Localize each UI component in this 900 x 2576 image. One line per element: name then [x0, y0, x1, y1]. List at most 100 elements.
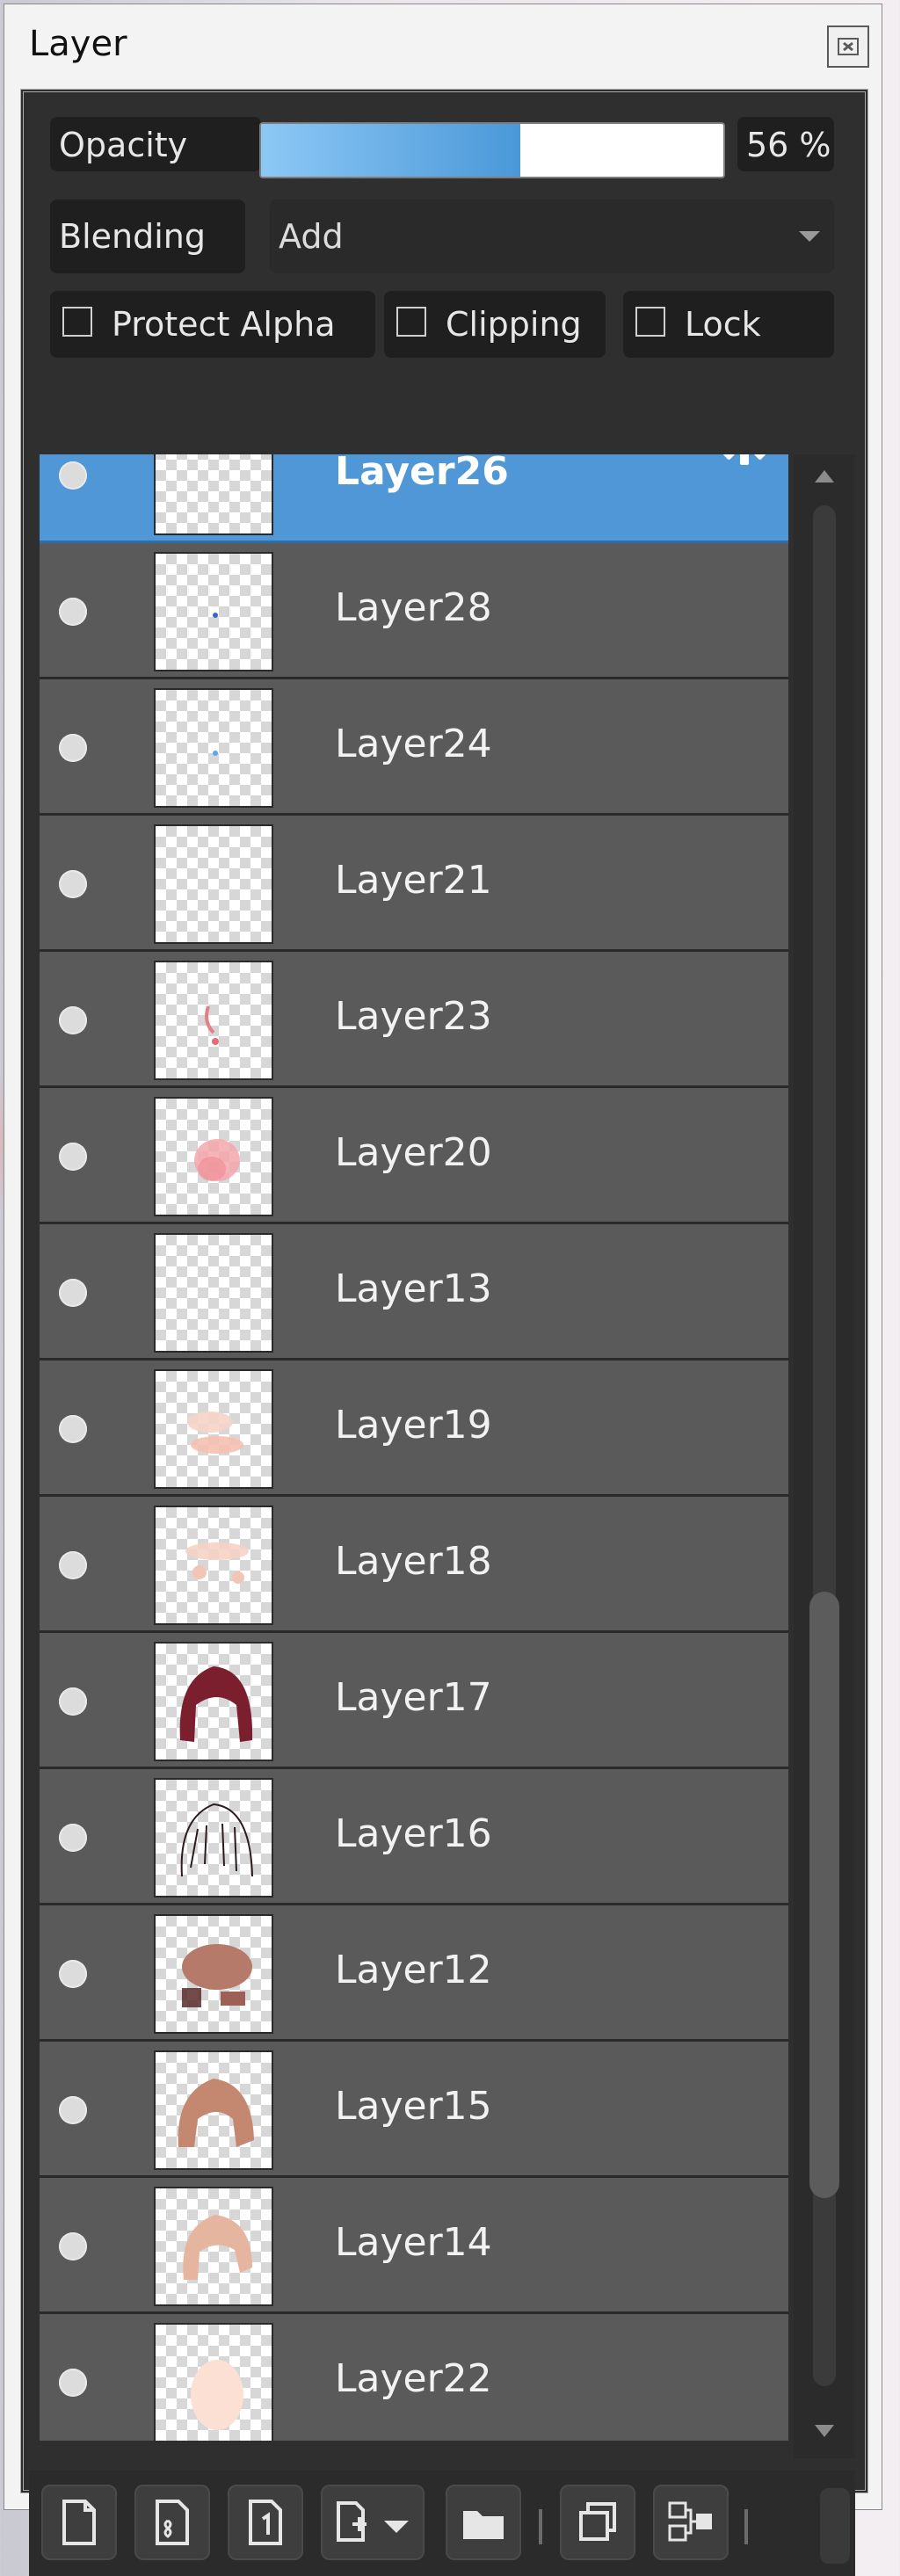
layer-name: Layer17	[335, 1675, 492, 1720]
layer-row[interactable]: Layer22	[40, 2314, 788, 2441]
title-bar[interactable]: Layer	[4, 4, 882, 80]
new-1bit-layer-icon	[249, 2500, 282, 2545]
visibility-icon[interactable]	[59, 1143, 87, 1171]
merge-layer-icon	[668, 2501, 712, 2542]
visibility-icon[interactable]	[59, 1279, 87, 1307]
layer-thumbnail	[154, 1233, 273, 1353]
visibility-icon[interactable]	[59, 870, 87, 898]
blending-select[interactable]: Add	[270, 200, 834, 273]
blending-label: Blending	[59, 217, 206, 256]
layer-name: Layer24	[335, 722, 492, 766]
visibility-icon[interactable]	[59, 1006, 87, 1034]
toolbar-separator	[539, 2509, 542, 2544]
layer-name: Layer21	[335, 858, 492, 903]
visibility-icon[interactable]	[59, 2369, 87, 2397]
layer-thumbnail	[154, 454, 273, 535]
visibility-icon[interactable]	[59, 461, 87, 490]
layer-row[interactable]: Layer24	[40, 679, 788, 816]
new-8bit-layer-button[interactable]	[134, 2485, 210, 2560]
layer-row[interactable]: Layer15	[40, 2042, 788, 2178]
visibility-icon[interactable]	[59, 2232, 87, 2260]
visibility-icon[interactable]	[59, 1824, 87, 1852]
protect-alpha-box	[62, 307, 92, 337]
layer-row[interactable]: Layer14	[40, 2178, 788, 2314]
layer-thumbnail	[154, 824, 273, 944]
layer-thumbnail	[154, 1642, 273, 1761]
layer-row[interactable]: Layer21	[40, 816, 788, 952]
add-layer-menu-button[interactable]	[321, 2485, 425, 2560]
gear-icon[interactable]	[709, 454, 780, 474]
opacity-slider-fill	[261, 124, 520, 177]
visibility-icon[interactable]	[59, 1551, 87, 1579]
layer-name: Layer26	[335, 454, 509, 494]
layer-thumbnail	[154, 1778, 273, 1898]
opacity-slider[interactable]	[259, 122, 725, 178]
visibility-icon[interactable]	[59, 2096, 87, 2124]
chevron-down-icon	[799, 231, 820, 242]
new-layer-icon	[62, 2500, 96, 2545]
layer-name: Layer20	[335, 1130, 492, 1175]
visibility-icon[interactable]	[59, 1687, 87, 1716]
layer-panel-window: Layer Opacity 56 % Blending Add Protect …	[4, 4, 882, 2576]
protect-alpha-checkbox[interactable]: Protect Alpha	[50, 291, 375, 358]
layer-thumbnail	[154, 552, 273, 671]
visibility-icon[interactable]	[59, 1415, 87, 1443]
clipping-checkbox[interactable]: Clipping	[384, 291, 606, 358]
visibility-icon[interactable]	[59, 734, 87, 762]
layer-name: Layer13	[335, 1266, 492, 1311]
layer-panel-inner: Opacity 56 % Blending Add Protect Alpha …	[29, 98, 860, 2576]
layer-name: Layer22	[335, 2356, 492, 2401]
scrollbar-thumb[interactable]	[809, 1592, 839, 2198]
clipping-label: Clipping	[446, 305, 582, 344]
new-folder-button[interactable]	[446, 2485, 521, 2560]
lock-checkbox[interactable]: Lock	[623, 291, 834, 358]
close-icon	[838, 38, 859, 55]
duplicate-layer-icon	[579, 2502, 616, 2541]
layer-thumbnail	[154, 2323, 273, 2441]
clipping-box	[396, 307, 426, 337]
layer-row[interactable]: Layer28	[40, 543, 788, 679]
opacity-value-box: 56 %	[737, 117, 834, 171]
layer-name: Layer18	[335, 1539, 492, 1584]
scroll-down-arrow-icon	[815, 2425, 834, 2437]
protect-alpha-label: Protect Alpha	[112, 305, 336, 344]
scroll-up-arrow-icon	[815, 470, 834, 483]
window-title: Layer	[29, 24, 127, 64]
layer-thumbnail	[154, 1506, 273, 1625]
close-button[interactable]	[827, 25, 869, 68]
layer-frame: Opacity 56 % Blending Add Protect Alpha …	[20, 89, 868, 2576]
layer-name: Layer12	[335, 1948, 492, 1992]
lock-box	[635, 307, 665, 337]
opacity-label-box: Opacity	[50, 117, 261, 171]
layer-row[interactable]: Layer23	[40, 952, 788, 1088]
blending-label-box: Blending	[50, 200, 245, 273]
layer-thumbnail	[154, 1097, 273, 1216]
new-1bit-layer-button[interactable]	[228, 2485, 303, 2560]
merge-layer-button[interactable]	[653, 2485, 729, 2560]
layer-name: Layer14	[335, 2220, 492, 2265]
layer-row[interactable]: Layer19	[40, 1361, 788, 1497]
visibility-icon[interactable]	[59, 1960, 87, 1988]
layer-name: Layer19	[335, 1403, 492, 1448]
layer-toolbar	[29, 2471, 855, 2576]
layer-row[interactable]: Layer20	[40, 1088, 788, 1224]
layer-row[interactable]: Layer18	[40, 1497, 788, 1633]
layer-thumbnail	[154, 2050, 273, 2170]
layer-row[interactable]: Layer12	[40, 1905, 788, 2042]
layer-row[interactable]: Layer17	[40, 1633, 788, 1769]
duplicate-layer-button[interactable]	[560, 2485, 635, 2560]
opacity-label: Opacity	[59, 126, 188, 164]
layer-name: Layer23	[335, 994, 492, 1039]
layer-row[interactable]: Layer13	[40, 1224, 788, 1361]
toolbar-overflow-button[interactable]	[820, 2488, 850, 2564]
layer-list[interactable]: Layer26 Layer28 Layer24 Layer21 Layer23 Layer…	[40, 454, 788, 2441]
layer-list-scrollbar[interactable]	[794, 454, 855, 2458]
layer-thumbnail	[154, 961, 273, 1080]
layer-thumbnail	[154, 688, 273, 808]
blending-value: Add	[279, 217, 344, 256]
lock-label: Lock	[685, 305, 761, 344]
visibility-icon[interactable]	[59, 598, 87, 626]
new-layer-button[interactable]	[41, 2485, 117, 2560]
layer-row[interactable]: Layer16	[40, 1769, 788, 1905]
layer-row[interactable]: Layer26	[40, 454, 788, 543]
